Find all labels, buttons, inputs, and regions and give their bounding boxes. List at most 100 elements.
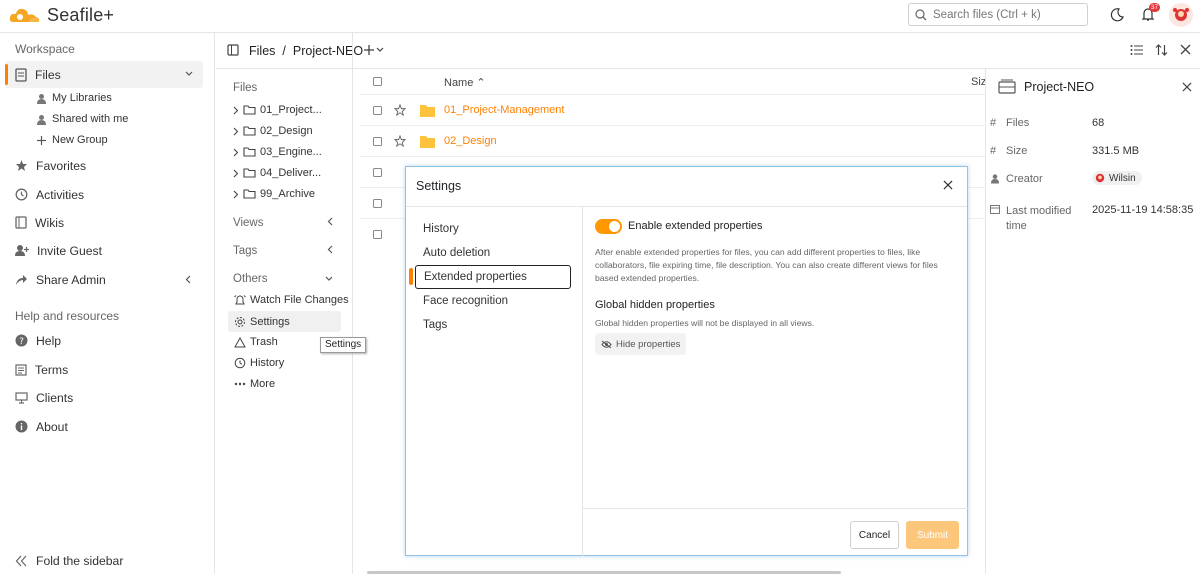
gear-icon bbox=[234, 316, 246, 328]
seafile-logo-icon bbox=[9, 4, 43, 26]
file-row[interactable]: 02_Design bbox=[360, 126, 985, 157]
logo[interactable]: Seafile+ bbox=[9, 4, 114, 26]
close-icon[interactable] bbox=[1182, 82, 1192, 92]
sidebar-item-invite-guest[interactable]: Invite Guest bbox=[5, 237, 203, 264]
shared-user-icon bbox=[36, 114, 47, 125]
tree-folder-item[interactable]: 01_Project... bbox=[233, 104, 322, 116]
sidebar-item-label: Clients bbox=[36, 390, 74, 405]
chevron-left-icon bbox=[327, 245, 333, 257]
tree-folder-item[interactable]: 04_Deliver... bbox=[233, 167, 321, 179]
active-tab-indicator bbox=[409, 268, 413, 285]
chevron-right-icon[interactable] bbox=[233, 127, 239, 136]
close-icon[interactable] bbox=[943, 180, 953, 190]
tab-face-recognition[interactable]: Face recognition bbox=[415, 289, 571, 313]
tags-heading[interactable]: Tags bbox=[233, 245, 333, 257]
sidebar-item-share-admin[interactable]: Share Admin bbox=[5, 266, 203, 293]
detail-label: Creator bbox=[1006, 173, 1043, 185]
question-icon: ? bbox=[15, 334, 28, 347]
star-outline-icon[interactable] bbox=[394, 135, 406, 147]
others-heading[interactable]: Others bbox=[233, 273, 333, 285]
sidebar-item-about[interactable]: About bbox=[5, 413, 203, 440]
file-row[interactable]: 01_Project-Management bbox=[360, 95, 985, 126]
enable-extended-properties-toggle[interactable] bbox=[595, 219, 622, 234]
folder-outline-icon bbox=[243, 168, 256, 178]
close-icon[interactable] bbox=[1180, 44, 1191, 55]
cancel-button[interactable]: Cancel bbox=[850, 521, 899, 549]
tab-extended-properties[interactable]: Extended properties bbox=[415, 265, 571, 289]
star-outline-icon[interactable] bbox=[394, 104, 406, 116]
detail-row-modified: Last modified time 2025-11-19 14:58:35 bbox=[990, 204, 1193, 234]
row-checkbox[interactable] bbox=[373, 199, 382, 208]
search-box[interactable] bbox=[908, 3, 1088, 26]
row-checkbox[interactable] bbox=[373, 137, 382, 146]
tab-tags[interactable]: Tags bbox=[415, 313, 571, 337]
sidebar-item-clients[interactable]: Clients bbox=[5, 384, 203, 411]
hidden-properties-title: Global hidden properties bbox=[595, 299, 715, 311]
tree-folder-item[interactable]: 03_Engine... bbox=[233, 146, 322, 158]
views-heading[interactable]: Views bbox=[233, 217, 333, 229]
chevron-right-icon[interactable] bbox=[233, 148, 239, 157]
search-input[interactable] bbox=[933, 8, 1083, 21]
calendar-icon bbox=[990, 204, 1006, 234]
others-label: Others bbox=[233, 273, 268, 285]
tree-folder-label: 03_Engine... bbox=[260, 146, 322, 158]
sidebar-item-files[interactable]: Files bbox=[5, 61, 203, 88]
hide-properties-button[interactable]: Hide properties bbox=[595, 333, 687, 355]
history-label: History bbox=[250, 357, 285, 369]
folder-icon bbox=[420, 104, 435, 117]
name-column-header[interactable]: Name ⌃ bbox=[444, 76, 486, 89]
select-all-checkbox[interactable] bbox=[373, 77, 382, 86]
sidebar-item-favorites[interactable]: Favorites bbox=[5, 152, 203, 179]
sidebar-item-label: Files bbox=[35, 67, 61, 82]
fold-sidebar-button[interactable]: Fold the sidebar bbox=[5, 547, 203, 574]
chevron-left-icon bbox=[327, 217, 333, 229]
chevron-left-icon[interactable] bbox=[185, 275, 191, 284]
sidebar-item-label: My Libraries bbox=[52, 92, 112, 104]
folder-outline-icon bbox=[243, 189, 256, 199]
sidebar-item-activities[interactable]: Activities bbox=[5, 181, 203, 208]
directory-panel: Files 01_Project... 02_Design 03_Engine.… bbox=[216, 33, 353, 574]
add-user-icon bbox=[15, 244, 29, 257]
settings-content: Enable extended properties After enable … bbox=[583, 207, 968, 556]
clock-icon bbox=[15, 188, 28, 201]
avatar[interactable] bbox=[1169, 3, 1193, 27]
row-checkbox[interactable] bbox=[373, 168, 382, 177]
folder-outline-icon bbox=[243, 126, 256, 136]
watch-file-changes-item[interactable]: Watch File Changes bbox=[234, 294, 349, 306]
files-tree-heading: Files bbox=[233, 82, 333, 94]
chevron-right-icon[interactable] bbox=[233, 169, 239, 178]
sidebar-item-new-group[interactable]: New Group bbox=[36, 134, 108, 146]
row-checkbox[interactable] bbox=[373, 106, 382, 115]
list-view-icon[interactable] bbox=[1130, 44, 1144, 56]
sort-icon[interactable] bbox=[1155, 44, 1168, 56]
tab-history[interactable]: History bbox=[415, 217, 571, 241]
trash-item[interactable]: Trash bbox=[234, 336, 278, 348]
tree-folder-item[interactable]: 02_Design bbox=[233, 125, 313, 137]
chevron-down-icon[interactable] bbox=[185, 71, 193, 77]
tab-auto-deletion[interactable]: Auto deletion bbox=[415, 241, 571, 265]
footer-divider bbox=[583, 508, 968, 509]
settings-item[interactable]: Settings bbox=[228, 311, 341, 332]
info-icon bbox=[15, 420, 28, 433]
file-name-link[interactable]: 01_Project-Management bbox=[444, 104, 564, 116]
detail-value: 331.5 MB bbox=[1092, 145, 1140, 157]
sidebar-item-my-libraries[interactable]: My Libraries bbox=[36, 92, 112, 104]
tree-folder-label: 99_Archive bbox=[260, 188, 316, 200]
tree-folder-item[interactable]: 99_Archive bbox=[233, 188, 315, 200]
file-name-link[interactable]: 02_Design bbox=[444, 135, 497, 147]
sidebar-item-label: Activities bbox=[36, 187, 85, 202]
size-column-header[interactable]: Siz bbox=[971, 76, 986, 88]
tags-label: Tags bbox=[233, 245, 258, 257]
plus-dropdown-icon[interactable] bbox=[363, 44, 385, 56]
history-item[interactable]: History bbox=[234, 357, 284, 369]
chevron-right-icon[interactable] bbox=[233, 106, 239, 115]
more-item[interactable]: More bbox=[234, 378, 275, 390]
dark-mode-icon[interactable] bbox=[1110, 8, 1124, 22]
sidebar-item-shared-with-me[interactable]: Shared with me bbox=[36, 113, 128, 125]
chevron-right-icon[interactable] bbox=[233, 190, 239, 199]
sidebar-item-terms[interactable]: Terms bbox=[5, 356, 203, 383]
sidebar-item-help[interactable]: ? Help bbox=[5, 327, 203, 354]
sidebar-item-wikis[interactable]: Wikis bbox=[5, 209, 203, 236]
row-checkbox[interactable] bbox=[373, 230, 382, 239]
submit-button[interactable]: Submit bbox=[906, 521, 959, 549]
